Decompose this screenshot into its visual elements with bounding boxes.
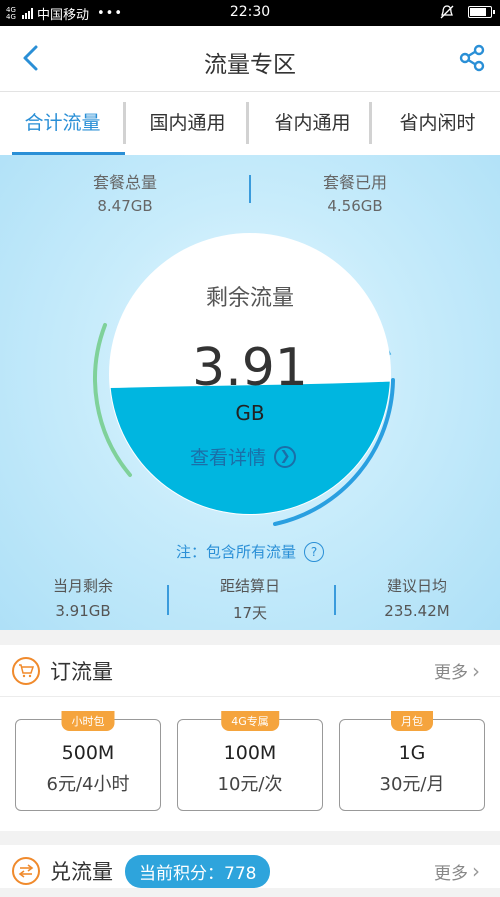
remaining-unit: GB (235, 401, 265, 425)
package-card[interactable]: 小时包 500M 6元/4小时 (15, 711, 161, 811)
tab-divider (246, 102, 249, 144)
stat-label: 建议日均 (386, 577, 447, 595)
more-label: 更多 (434, 863, 468, 884)
exchange-data-section: 兑流量 当前积分：778 更多 › (0, 845, 500, 888)
more-label: 更多 (434, 663, 468, 683)
usage-note: 注：包含所有流量 ? (0, 541, 500, 562)
chevron-right-icon: › (472, 658, 480, 683)
usage-panel: 套餐总量 8.47GB 套餐已用 4.56GB 剩余流量 3.91 GB 查看详… (0, 155, 500, 630)
remaining-value: 3.91 (192, 338, 308, 398)
view-details-link[interactable]: 查看详情 ❯ (190, 443, 297, 470)
battery-icon (468, 6, 495, 18)
note-text: 注：包含所有流量 (175, 543, 296, 561)
tab-provincial-idle[interactable]: 省内闲时 (375, 92, 500, 155)
share-icon (459, 44, 485, 72)
package-tag: 小时包 (61, 711, 115, 731)
view-details-label: 查看详情 (190, 447, 267, 469)
package-size: 500M (61, 742, 115, 764)
stat-value: 3.91GB (55, 602, 111, 620)
page-title: 流量专区 (204, 52, 296, 78)
package-price: 10元/次 (217, 774, 283, 795)
points-badge: 当前积分：778 (125, 854, 271, 888)
order-section-header: 订流量 更多 › (0, 645, 500, 697)
mute-icon (440, 5, 454, 19)
order-data-section: 订流量 更多 › 小时包 500M 6元/4小时 4G专属 100M 10元/次… (0, 645, 500, 831)
share-button[interactable] (454, 40, 490, 76)
package-size: 1G (398, 742, 426, 764)
order-more-link[interactable]: 更多 › (434, 658, 480, 684)
stat-label: 距结算日 (219, 577, 280, 595)
remaining-label: 剩余流量 (205, 286, 294, 311)
tab-provincial[interactable]: 省内通用 (250, 92, 375, 155)
stat-days-to-billing: 距结算日 17天 (167, 575, 333, 623)
exchange-more-link[interactable]: 更多 › (434, 859, 480, 884)
package-size: 100M (223, 742, 277, 764)
chevron-right-icon: › (472, 859, 480, 883)
tab-domestic[interactable]: 国内通用 (125, 92, 250, 155)
status-right (440, 5, 495, 19)
exchange-icon (12, 857, 40, 885)
package-price: 30元/月 (379, 774, 445, 795)
app-header: 流量专区 (0, 26, 500, 92)
tab-divider (123, 102, 126, 144)
cart-icon (12, 656, 40, 685)
tab-bar: 合计流量 国内通用 省内通用 省内闲时 (0, 92, 500, 155)
stat-month-remaining: 当月剩余 3.91GB (0, 575, 166, 620)
usage-stats: 当月剩余 3.91GB 距结算日 17天 建议日均 235.42M (0, 575, 500, 627)
tab-divider (369, 102, 372, 144)
exchange-section-header: 兑流量 当前积分：778 更多 › (0, 845, 500, 897)
clock: 22:30 (229, 4, 271, 20)
stat-label: 当月剩余 (52, 577, 113, 595)
package-list: 小时包 500M 6元/4小时 4G专属 100M 10元/次 月包 1G 30… (0, 697, 500, 832)
exchange-section-title: 兑流量 (50, 860, 113, 884)
stat-daily-average: 建议日均 235.42M (334, 575, 500, 620)
package-card[interactable]: 4G专属 100M 10元/次 (177, 711, 323, 811)
package-tag: 4G专属 (221, 711, 279, 731)
package-price: 6元/4小时 (46, 774, 130, 795)
status-bar: 4G 4G 中国移动 ••• 22:30 (0, 0, 500, 26)
package-tag: 月包 (391, 711, 433, 731)
order-section-title: 订流量 (50, 659, 113, 684)
help-icon[interactable]: ? (304, 541, 324, 562)
chevron-right-icon: ❯ (274, 445, 297, 468)
stat-value: 235.42M (384, 602, 450, 620)
stat-value: 17天 (232, 604, 268, 622)
tab-total[interactable]: 合计流量 (0, 92, 125, 155)
package-card[interactable]: 月包 1G 30元/月 (339, 711, 485, 811)
